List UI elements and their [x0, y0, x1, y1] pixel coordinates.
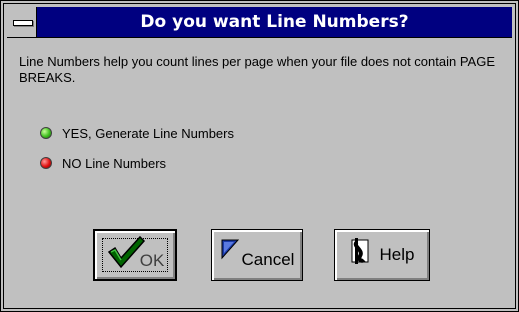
red-indicator-icon[interactable] — [40, 157, 52, 169]
ok-button-label: OK — [139, 251, 165, 270]
title-bar[interactable]: Do you want Line Numbers? — [7, 7, 512, 38]
help-button[interactable]: Help — [334, 229, 430, 281]
dialog-body: Line Numbers help you count lines per pa… — [7, 38, 512, 305]
option-yes-label: YES, Generate Line Numbers — [62, 125, 234, 141]
system-menu-icon — [13, 20, 33, 26]
cancel-icon — [220, 238, 240, 260]
message-text: Line Numbers help you count lines per pa… — [19, 54, 495, 85]
option-no-label: NO Line Numbers — [62, 155, 167, 171]
help-button-label: Help — [379, 245, 415, 264]
system-menu-button[interactable] — [7, 7, 37, 37]
cancel-button-label: Cancel — [241, 250, 295, 269]
option-no[interactable]: NO Line Numbers — [40, 155, 166, 171]
help-icon — [350, 236, 372, 266]
cancel-button[interactable]: Cancel — [211, 229, 303, 281]
window-title: Do you want Line Numbers? — [140, 12, 409, 32]
ok-button[interactable]: OK — [93, 229, 177, 281]
dialog-window: Do you want Line Numbers? Line Numbers h… — [0, 0, 519, 312]
green-indicator-icon[interactable] — [40, 127, 52, 139]
option-yes[interactable]: YES, Generate Line Numbers — [40, 125, 234, 141]
